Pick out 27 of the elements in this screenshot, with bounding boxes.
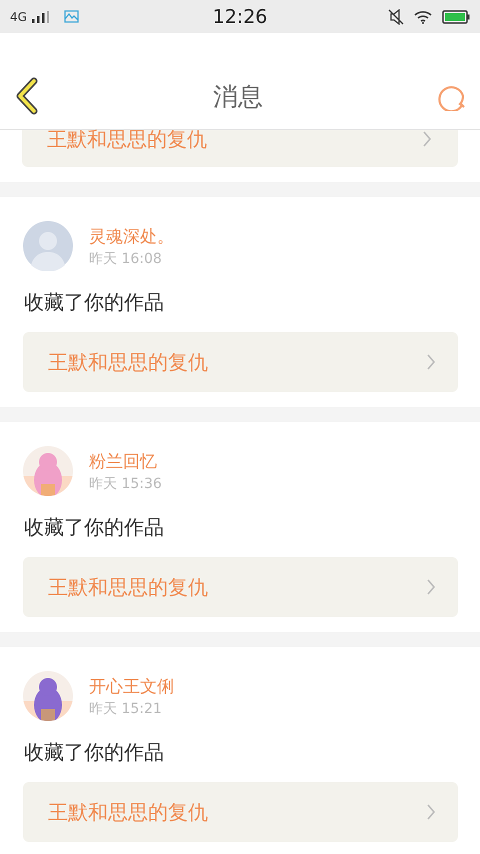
image-icon — [62, 8, 81, 24]
message-time: 昨天 16:08 — [89, 250, 163, 268]
chevron-icon — [426, 578, 436, 596]
message-text: 收藏了你的作品 — [24, 514, 165, 541]
battery-icon — [442, 10, 470, 24]
work-link[interactable]: 王默和思思的复仇 — [23, 557, 458, 617]
network-label: 4G — [10, 10, 27, 24]
user-name[interactable]: 粉兰回忆 — [89, 450, 162, 472]
status-time: 12:26 — [212, 6, 268, 28]
back-icon[interactable] — [14, 77, 40, 115]
signal-icon — [30, 10, 51, 22]
message-time: 昨天 15:21 — [89, 700, 163, 718]
chevron-icon — [422, 130, 432, 148]
chevron-icon — [426, 803, 436, 821]
work-link[interactable]: 王默和思思的复仇 — [22, 130, 458, 167]
wifi-icon — [414, 10, 432, 24]
chevron-icon — [426, 353, 436, 371]
work-link[interactable]: 王默和思思的复仇 — [23, 782, 458, 842]
mute-icon — [388, 8, 404, 24]
message-time: 昨天 15:36 — [89, 474, 162, 492]
user-name[interactable]: 开心王文俐 — [89, 674, 174, 698]
user-name[interactable]: 灵魂深处。 — [89, 224, 174, 248]
avatar-icon[interactable] — [23, 221, 73, 271]
work-link[interactable]: 王默和思思的复仇 — [23, 332, 458, 392]
message-text: 收藏了你的作品 — [24, 289, 165, 316]
page-title: 消息 — [212, 81, 264, 113]
message-text: 收藏了你的作品 — [24, 739, 165, 766]
